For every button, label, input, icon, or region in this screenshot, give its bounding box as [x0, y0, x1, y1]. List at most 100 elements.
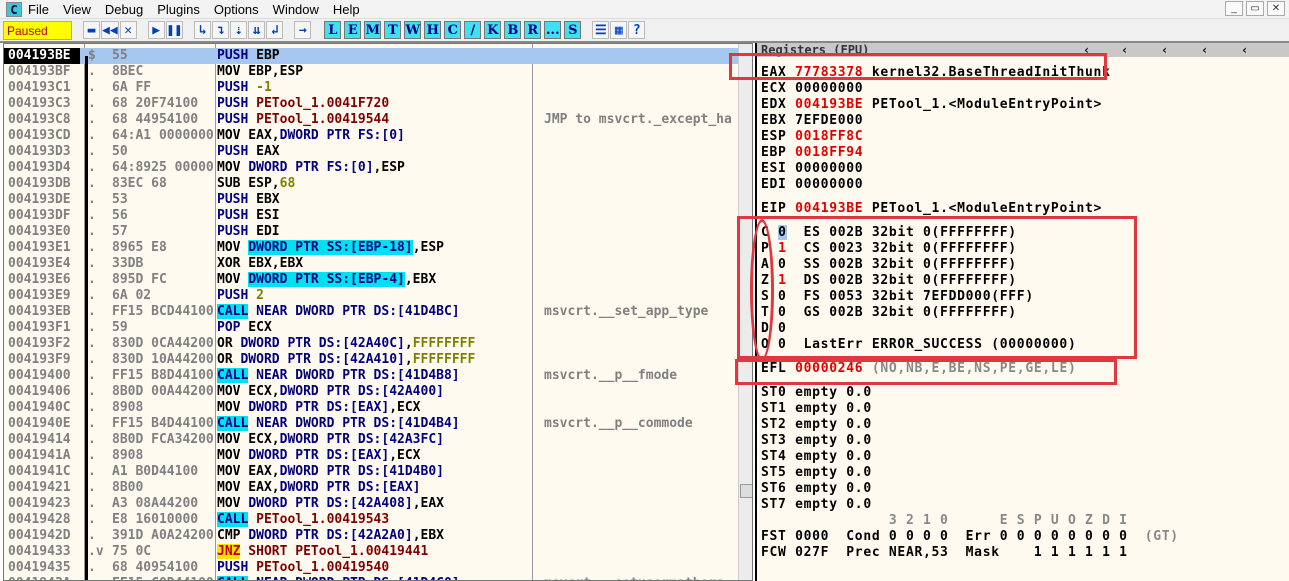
- disassembly-row[interactable]: 004193E1. 8965 E8 MOV DWORD PTR SS:[EBP-18…: [4, 240, 738, 256]
- disassembly-row[interactable]: 004193DF. 56 PUSH ESI: [4, 208, 738, 224]
- windows-button[interactable]: W: [404, 21, 422, 39]
- help-icon[interactable]: ?: [628, 21, 646, 39]
- disassembly-row[interactable]: 004193E0. 57 PUSH EDI: [4, 224, 738, 240]
- list-icon[interactable]: ☰: [592, 21, 610, 39]
- menu-debug[interactable]: Debug: [105, 2, 143, 17]
- scrollbar-thumb[interactable]: [740, 484, 752, 498]
- register-line[interactable]: C 0 ES 002B 32bit 0(FFFFFFFF): [761, 225, 1017, 241]
- disassembly-row[interactable]: 00419421. 8B00 MOV EAX,DWORD PTR DS:[EAX]: [4, 480, 738, 496]
- step-into-icon[interactable]: ↳: [194, 21, 212, 39]
- register-line[interactable]: ESP 0018FF8C: [761, 129, 863, 145]
- register-line[interactable]: S 0 FS 0053 32bit 7EFDD000(FFF): [761, 289, 1034, 305]
- close-icon[interactable]: ✕: [119, 21, 137, 39]
- register-line[interactable]: P 1 CS 0023 32bit 0(FFFFFFFF): [761, 241, 1017, 257]
- menu-plugins[interactable]: Plugins: [157, 2, 200, 17]
- chevron-left-icon[interactable]: ‹: [1241, 43, 1248, 57]
- close-button[interactable]: ✕: [1267, 1, 1285, 16]
- memory-map-button[interactable]: M: [364, 21, 382, 39]
- register-line[interactable]: EIP 004193BE PETool_1.<ModuleEntryPoint>: [761, 201, 1102, 217]
- register-line[interactable]: T 0 GS 002B 32bit 0(FFFFFFFF): [761, 305, 1017, 321]
- register-line[interactable]: ESI 00000000: [761, 161, 863, 177]
- disassembly-row[interactable]: 004193F2. 830D 0CA44200 OR DWORD PTR DS:[4…: [4, 336, 738, 352]
- executable-modules-button[interactable]: E: [344, 21, 362, 39]
- patches-button[interactable]: /: [464, 21, 482, 39]
- disassembly-row[interactable]: 00419414. 8B0D FCA34200 MOV ECX,DWORD PTR …: [4, 432, 738, 448]
- register-line[interactable]: ST2 empty 0.0: [761, 417, 872, 433]
- chevron-left-icon[interactable]: ‹: [1083, 43, 1090, 57]
- disassembly-row[interactable]: 00419428. E8 16010000 CALL PETool_1.004195…: [4, 512, 738, 528]
- disassembly-row[interactable]: 004193EB. FF15 BCD44100 CALL NEAR DWORD PT…: [4, 304, 738, 320]
- disassembly-pane[interactable]: 004193BE $55 PUSH EBP 004193BF. 8BEC MOV EBP,…: [3, 43, 753, 581]
- handles-button[interactable]: H: [424, 21, 442, 39]
- run-icon[interactable]: ▶: [147, 21, 165, 39]
- disassembly-row[interactable]: 004193E9. 6A 02 PUSH 2: [4, 288, 738, 304]
- register-line[interactable]: A 0 SS 002B 32bit 0(FFFFFFFF): [761, 257, 1017, 273]
- go-to-icon[interactable]: →: [294, 21, 312, 39]
- disassembly-row[interactable]: 004193DE. 53 PUSH EBX: [4, 192, 738, 208]
- disassembly-row[interactable]: 004193F1. 59 POP ECX: [4, 320, 738, 336]
- disassembly-row[interactable]: 004193BF. 8BEC MOV EBP,ESP: [4, 64, 738, 80]
- minimize-button[interactable]: _: [1225, 1, 1243, 16]
- register-line[interactable]: EFL 00000246 (NO,NB,E,BE,NS,PE,GE,LE): [761, 361, 1077, 377]
- register-line[interactable]: EBX 7EFDE000: [761, 113, 863, 129]
- disassembly-row[interactable]: 0041941C. A1 B0D44100 MOV EAX,DWORD PTR DS…: [4, 464, 738, 480]
- app-icon[interactable]: C: [6, 1, 22, 17]
- disassembly-row[interactable]: 0041940C. 8908 MOV DWORD PTR DS:[EAX],ECX: [4, 400, 738, 416]
- register-line[interactable]: ST6 empty 0.0: [761, 481, 872, 497]
- breakpoints-button[interactable]: B: [504, 21, 522, 39]
- register-line[interactable]: Z 1 DS 002B 32bit 0(FFFFFFFF): [761, 273, 1017, 289]
- disassembly-row[interactable]: 004193CD. 64:A1 0000000 MOV EAX,DWORD PTR …: [4, 128, 738, 144]
- trace-over-icon[interactable]: ⇊: [248, 21, 266, 39]
- register-line[interactable]: ST1 empty 0.0: [761, 401, 872, 417]
- register-line[interactable]: 3 2 1 0 E S P U O Z D I: [761, 513, 1128, 529]
- chevron-left-icon[interactable]: ‹: [1121, 43, 1128, 57]
- menu-view[interactable]: View: [63, 2, 91, 17]
- register-line[interactable]: EDI 00000000: [761, 177, 863, 193]
- call-stack-button[interactable]: K: [484, 21, 502, 39]
- disassembly-row[interactable]: 00419423. A3 08A44200 MOV DWORD PTR DS:[42…: [4, 496, 738, 512]
- chevron-left-icon[interactable]: ‹: [1161, 43, 1168, 57]
- chevron-left-icon[interactable]: ‹: [1201, 43, 1208, 57]
- menu-window[interactable]: Window: [273, 2, 319, 17]
- register-line[interactable]: O 0 LastErr ERROR_SUCCESS (00000000): [761, 337, 1077, 353]
- menu-file[interactable]: File: [28, 2, 49, 17]
- restart-icon[interactable]: ◀◀: [101, 21, 119, 39]
- register-line[interactable]: FCW 027F Prec NEAR,53 Mask 1 1 1 1 1 1: [761, 545, 1128, 561]
- disassembly-row[interactable]: 004193C3. 68 20F74100 PUSH PETool_1.0041F7…: [4, 96, 738, 112]
- disassembly-row[interactable]: 004193C8. 68 44954100 PUSH PETool_1.004195…: [4, 112, 738, 128]
- disassembly-row[interactable]: 0041940E. FF15 B4D44100 CALL NEAR DWORD PT…: [4, 416, 738, 432]
- register-line[interactable]: ECX 00000000: [761, 81, 863, 97]
- register-line[interactable]: FST 0000 Cond 0 0 0 0 Err 0 0 0 0 0 0 0 …: [761, 529, 1179, 545]
- register-line[interactable]: ST3 empty 0.0: [761, 433, 872, 449]
- disassembly-row[interactable]: 0041942D. 391D A0A24200 CMP DWORD PTR DS:[…: [4, 528, 738, 544]
- register-line[interactable]: EDX 004193BE PETool_1.<ModuleEntryPoint>: [761, 97, 1102, 113]
- register-line[interactable]: EBP 0018FF94: [761, 145, 863, 161]
- source-button[interactable]: S: [564, 21, 582, 39]
- disassembly-row[interactable]: 00419435. 68 40954100 PUSH PETool_1.004195…: [4, 560, 738, 576]
- run-trace-button[interactable]: ...: [544, 21, 562, 39]
- colors-icon[interactable]: ▦: [610, 21, 628, 39]
- disassembly-row[interactable]: 004193D4. 64:8925 00000 MOV DWORD PTR FS:[…: [4, 160, 738, 176]
- disassembly-row[interactable]: 0041941A. 8908 MOV DWORD PTR DS:[EAX],ECX: [4, 448, 738, 464]
- disassembly-row[interactable]: 00419433 .v 75 0C JNZ SHORT PETool_1.004194…: [4, 544, 738, 560]
- menu-help[interactable]: Help: [333, 2, 360, 17]
- open-icon[interactable]: ▬: [83, 21, 100, 39]
- restore-button[interactable]: ▭: [1246, 1, 1264, 16]
- execute-till-return-icon[interactable]: ↲: [266, 21, 284, 39]
- register-line[interactable]: D 0: [761, 321, 787, 337]
- references-button[interactable]: R: [524, 21, 542, 39]
- step-over-icon[interactable]: ↴: [212, 21, 230, 39]
- registers-header[interactable]: Registers (FPU) ‹ ‹ ‹ ‹ ‹: [757, 43, 1289, 57]
- trace-into-icon[interactable]: ⇣: [230, 21, 248, 39]
- register-line[interactable]: ST4 empty 0.0: [761, 449, 872, 465]
- disassembly-row[interactable]: 004193E4. 33DB XOR EBX,EBX: [4, 256, 738, 272]
- disassembly-row[interactable]: 004193E6. 895D FC MOV DWORD PTR SS:[EBP-4]…: [4, 272, 738, 288]
- register-line[interactable]: ST5 empty 0.0: [761, 465, 872, 481]
- register-line[interactable]: EAX 77783378 kernel32.BaseThreadInitThun…: [761, 65, 1111, 81]
- threads-button[interactable]: T: [384, 21, 402, 39]
- disassembly-row[interactable]: 0041943A. FF15 C0D44100CALL NEAR DWORD PT…: [4, 576, 738, 580]
- disassembly-row[interactable]: 004193C1. 6A FF PUSH -1: [4, 80, 738, 96]
- disassembly-scrollbar[interactable]: [738, 44, 752, 580]
- register-line[interactable]: ST7 empty 0.0: [761, 497, 872, 513]
- cpu-button[interactable]: C: [444, 21, 462, 39]
